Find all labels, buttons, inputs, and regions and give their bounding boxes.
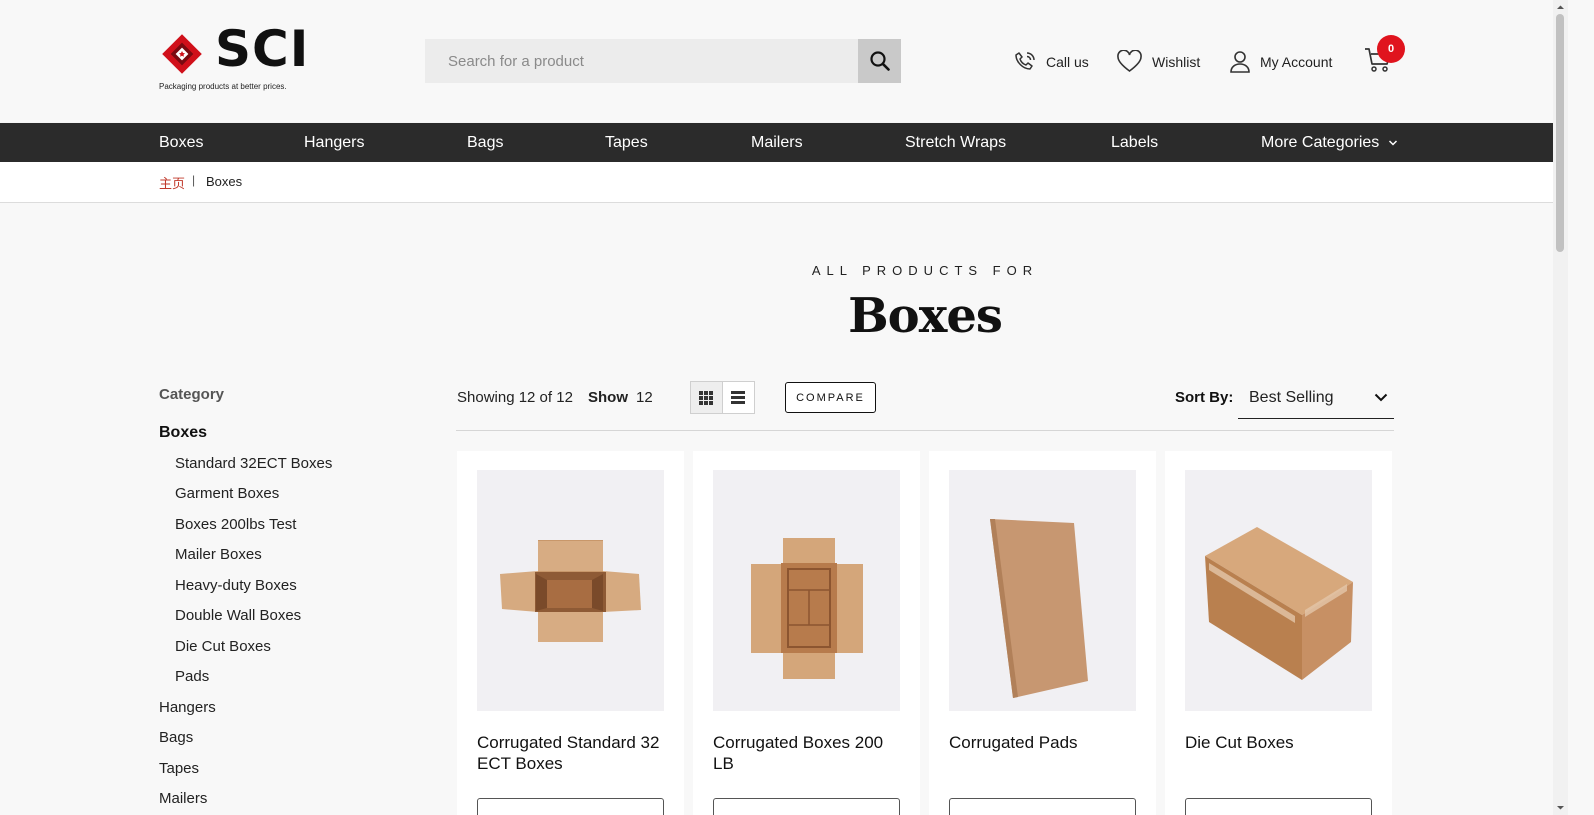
nav-item-boxes[interactable]: Boxes — [159, 123, 203, 162]
category-item-bags[interactable]: Bags — [159, 729, 193, 746]
corrugated-pad-image — [990, 519, 1088, 698]
scrollbar-thumb[interactable] — [1556, 14, 1564, 252]
user-icon — [1230, 51, 1250, 73]
product-name[interactable]: Corrugated Standard 32 ECT Boxes — [477, 732, 667, 774]
closed-box-image — [1205, 527, 1353, 680]
nav-item-stretch-wraps[interactable]: Stretch Wraps — [905, 123, 1006, 162]
nav-item-mailers[interactable]: Mailers — [751, 123, 803, 162]
subcategory-item[interactable]: Die Cut Boxes — [175, 638, 271, 655]
search-bar — [425, 39, 901, 83]
more-categories-label: More Categories — [1261, 134, 1380, 151]
subcategory-item[interactable]: Standard 32ECT Boxes — [175, 455, 332, 472]
sort-select[interactable]: Best Selling — [1238, 377, 1394, 419]
toolbar-divider — [456, 430, 1394, 431]
nav-item-bags[interactable]: Bags — [467, 123, 503, 162]
search-input[interactable] — [425, 39, 858, 83]
open-box-image — [500, 540, 641, 642]
logo-tagline: Packaging products at better prices. — [159, 82, 287, 91]
compare-button[interactable]: COMPARE — [785, 382, 876, 413]
main-nav: Boxes Hangers Bags Tapes Mailers Stretch… — [0, 123, 1553, 162]
my-account-link[interactable]: My Account — [1229, 49, 1332, 75]
call-us-link[interactable]: Call us — [1013, 49, 1089, 75]
chevron-down-icon — [1388, 140, 1397, 146]
grid-icon — [699, 390, 714, 405]
nav-item-tapes[interactable]: Tapes — [605, 123, 648, 162]
sort-label: Sort By: — [1175, 389, 1234, 406]
product-card[interactable]: Die Cut Boxes — [1165, 451, 1392, 815]
grid-view-button[interactable] — [691, 382, 723, 413]
list-view-button[interactable] — [723, 382, 754, 413]
product-action-button[interactable] — [1185, 798, 1372, 815]
product-image[interactable] — [713, 470, 900, 711]
subcategory-item[interactable]: Heavy-duty Boxes — [175, 577, 297, 594]
call-us-label: Call us — [1046, 54, 1089, 70]
breadcrumb-separator: | — [192, 173, 196, 187]
product-action-button[interactable] — [713, 798, 900, 815]
category-item-mailers[interactable]: Mailers — [159, 790, 207, 807]
breadcrumb-current: Boxes — [206, 174, 243, 189]
nav-item-hangers[interactable]: Hangers — [304, 123, 364, 162]
heart-icon — [1117, 50, 1142, 72]
subcategory-item[interactable]: Garment Boxes — [175, 485, 279, 502]
product-name[interactable]: Corrugated Pads — [949, 732, 1139, 753]
category-item-hangers[interactable]: Hangers — [159, 699, 216, 716]
nav-item-more-categories[interactable]: More Categories — [1261, 123, 1398, 162]
product-image[interactable] — [949, 470, 1136, 711]
site-header: SCI Packaging products at better prices.… — [0, 0, 1553, 123]
wishlist-label: Wishlist — [1152, 54, 1201, 70]
category-item-tapes[interactable]: Tapes — [159, 760, 199, 777]
product-card[interactable]: Corrugated Pads — [929, 451, 1156, 815]
scroll-down-arrow-icon[interactable] — [1556, 803, 1565, 812]
view-toggle — [690, 381, 755, 414]
site-logo[interactable]: SCI Packaging products at better prices. — [159, 24, 329, 92]
subcategory-item[interactable]: Double Wall Boxes — [175, 607, 301, 624]
phone-icon — [1015, 52, 1035, 70]
wishlist-link[interactable]: Wishlist — [1116, 49, 1200, 75]
product-card[interactable]: Corrugated Standard 32 ECT Boxes — [457, 451, 684, 815]
show-label: Show — [588, 389, 628, 406]
breadcrumb-home-link[interactable]: 主页 — [159, 173, 185, 192]
breadcrumb: 主页 | Boxes — [0, 162, 1553, 203]
show-per-page[interactable]: 12 — [636, 389, 653, 406]
nav-item-labels[interactable]: Labels — [1111, 123, 1158, 162]
product-image[interactable] — [477, 470, 664, 711]
subcategory-item[interactable]: Mailer Boxes — [175, 546, 262, 563]
subcategory-item[interactable]: Boxes 200lbs Test — [175, 516, 296, 533]
product-card[interactable]: Corrugated Boxes 200 LB — [693, 451, 920, 815]
logo-wordmark: SCI — [215, 20, 310, 78]
category-heading: Category — [159, 386, 225, 403]
category-item-boxes[interactable]: Boxes — [159, 424, 207, 442]
page-scrollbar[interactable] — [1553, 0, 1568, 815]
list-icon — [731, 391, 746, 404]
chevron-down-icon — [1374, 393, 1388, 402]
page-title: Boxes — [848, 288, 1003, 344]
logo-diamond-icon — [162, 34, 202, 74]
product-name[interactable]: Corrugated Boxes 200 LB — [713, 732, 903, 774]
sort-selected-value: Best Selling — [1249, 389, 1334, 406]
open-box-image — [751, 538, 863, 679]
product-action-button[interactable] — [949, 798, 1136, 815]
results-count: Showing 12 of 12 — [457, 389, 573, 406]
search-button[interactable] — [858, 39, 901, 83]
subcategory-item[interactable]: Pads — [175, 668, 209, 685]
search-icon — [869, 51, 890, 71]
scroll-up-arrow-icon[interactable] — [1556, 3, 1565, 12]
product-action-button[interactable] — [477, 798, 664, 815]
page-kicker: ALL PRODUCTS FOR — [811, 263, 1039, 278]
product-image[interactable] — [1185, 470, 1372, 711]
product-name[interactable]: Die Cut Boxes — [1185, 732, 1375, 753]
my-account-label: My Account — [1260, 54, 1333, 70]
cart-count-badge: 0 — [1377, 35, 1405, 63]
